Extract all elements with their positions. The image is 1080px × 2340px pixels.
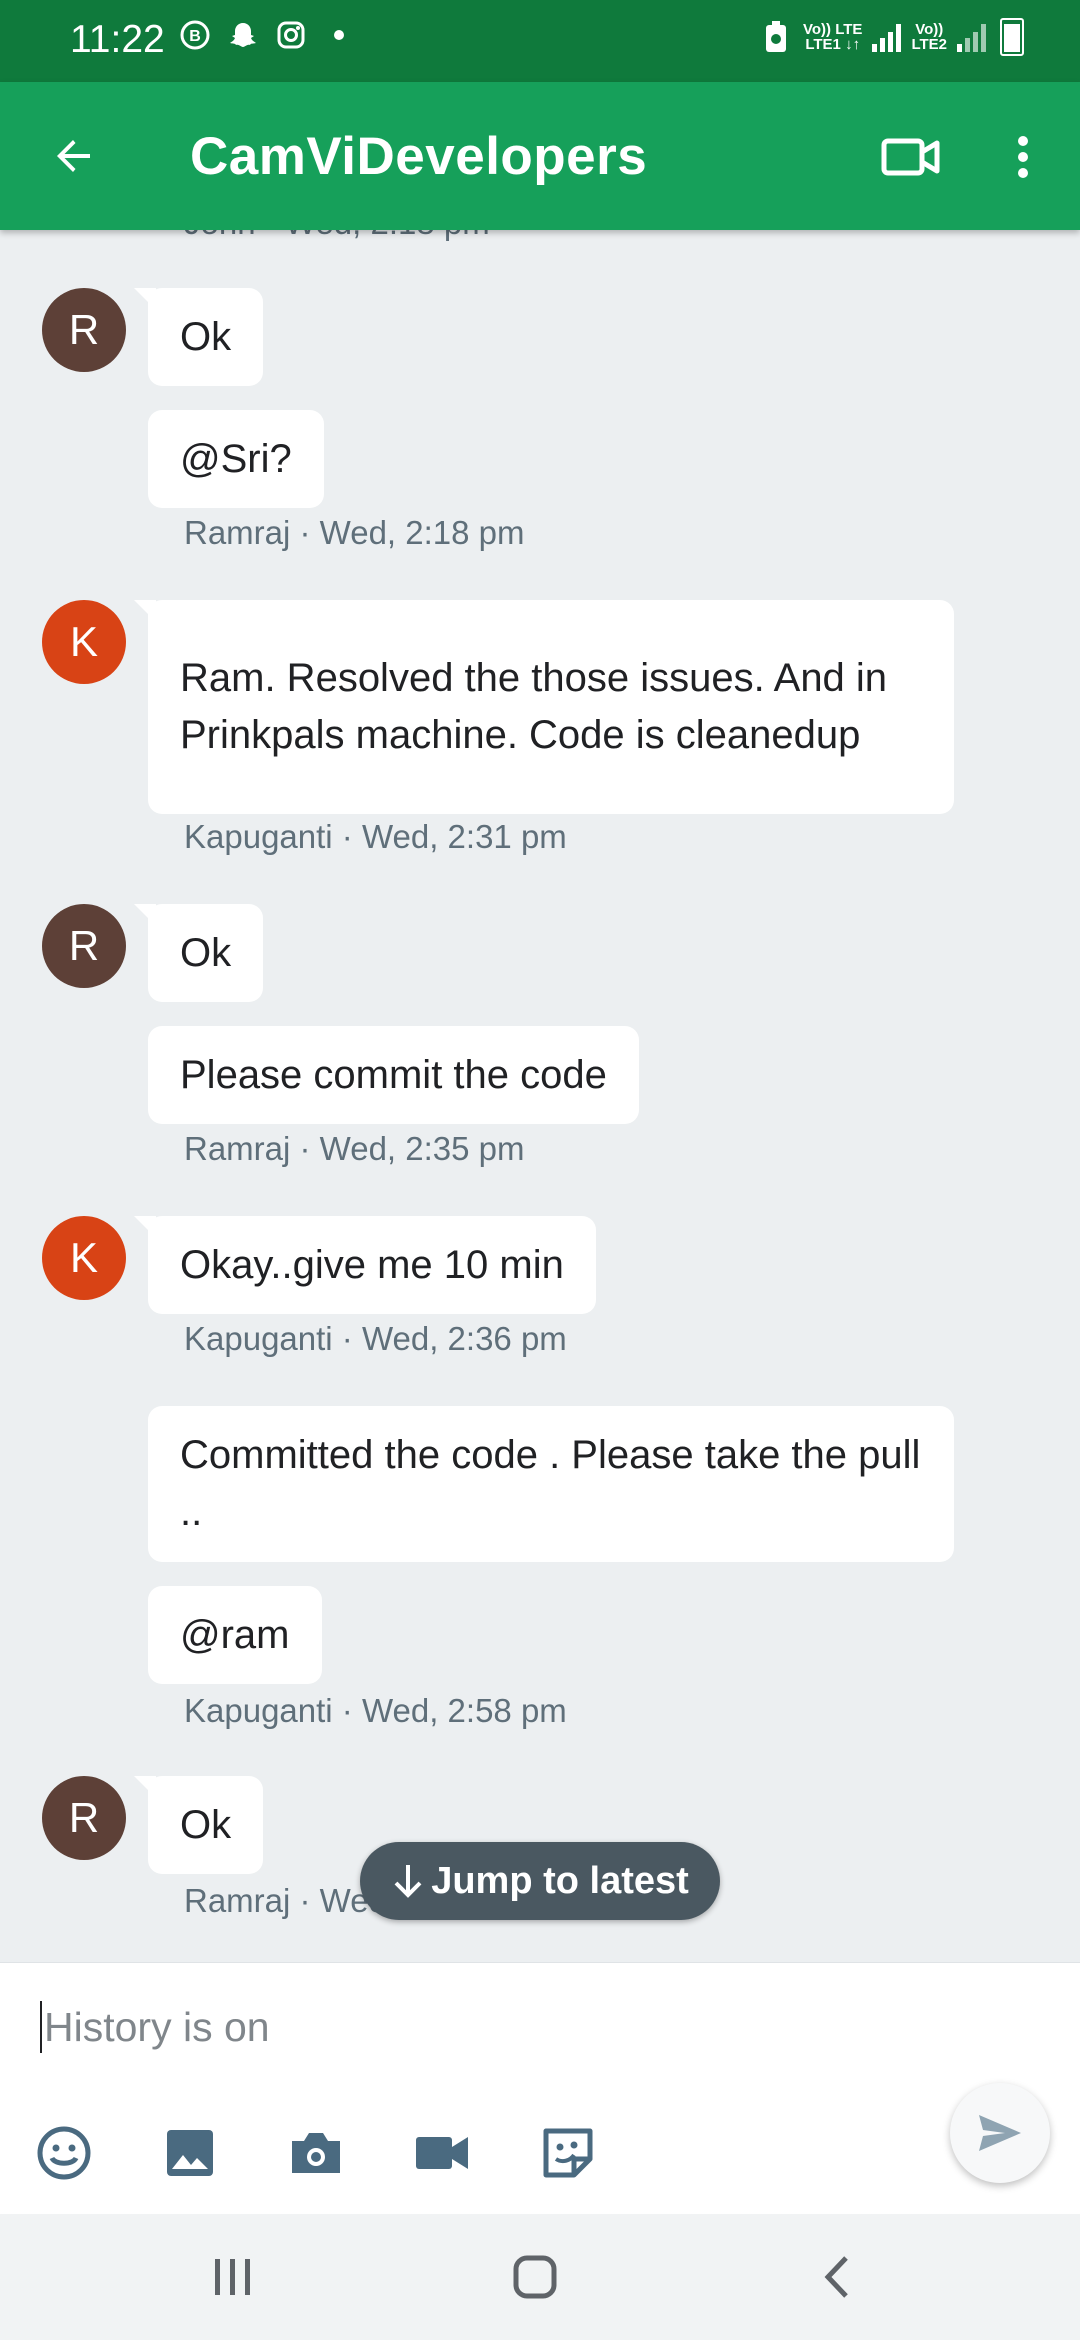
message-input[interactable]: History is on: [40, 2001, 270, 2053]
image-icon: [167, 2130, 213, 2176]
message-bubble[interactable]: @ram: [148, 1586, 322, 1684]
sim1-label-bottom: LTE1 ↓↑: [805, 36, 861, 53]
battery-saver-icon: [759, 20, 793, 54]
notification-icons: B: [178, 18, 344, 52]
message-bubble[interactable]: Ok: [133, 288, 264, 386]
snapchat-icon: [226, 18, 260, 52]
jump-to-latest-button[interactable]: Jump to latest: [360, 1842, 720, 1920]
message-bubble[interactable]: Okay..give me 10 min: [134, 1216, 596, 1314]
avatar[interactable]: R: [42, 904, 126, 988]
message-meta: Kapuganti · Wed, 2:36 pm: [184, 1320, 567, 1357]
status-time: 11:22: [70, 18, 165, 61]
message-meta: Ramraj · Wed, 2:18 pm: [184, 514, 525, 551]
recent-apps-button[interactable]: [188, 2240, 278, 2314]
camera-button[interactable]: [284, 2121, 348, 2185]
video-camera-icon: [881, 138, 940, 176]
arrow-down-icon: [394, 1865, 422, 1898]
message-text: Ram. Resolved the those issues. And in P…: [180, 656, 888, 757]
sim2-network-label: Vo)) LTE2: [911, 22, 947, 52]
emoji-button[interactable]: [32, 2121, 96, 2185]
message-bubble[interactable]: Committed the code . Please take the pul…: [148, 1406, 954, 1562]
message-list[interactable]: John · Wed, 2:18 pm R Ok @Sri? Ramraj · …: [0, 230, 1080, 1962]
avatar[interactable]: R: [42, 1776, 126, 1860]
send-icon: [979, 2115, 1021, 2151]
b-app-icon: B: [178, 18, 212, 52]
message-meta: Kapuganti · Wed, 2:31 pm: [184, 818, 567, 855]
arrow-back-icon: [57, 140, 90, 172]
home-button[interactable]: [490, 2240, 580, 2314]
avatar[interactable]: K: [42, 600, 126, 684]
sim2-label-bottom: LTE2: [911, 36, 947, 53]
image-button[interactable]: [158, 2121, 222, 2185]
message-text: Committed the code . Please take the pul…: [180, 1433, 921, 1534]
message-bubble[interactable]: Ok: [133, 1776, 264, 1874]
emoji-icon: [37, 2126, 91, 2180]
status-right-icons: Vo)) LTE LTE1 ↓↑ Vo)) LTE2: [759, 18, 1024, 56]
back-nav-button[interactable]: [792, 2240, 882, 2314]
system-nav-bar: [0, 2214, 1080, 2340]
svg-text:B: B: [189, 28, 201, 45]
video-button[interactable]: [410, 2121, 474, 2185]
message-bubble[interactable]: @Sri?: [148, 410, 324, 508]
message-bubble[interactable]: Ram. Resolved the those issues. And in P…: [134, 600, 954, 814]
more-notifications-dot: [334, 30, 344, 40]
camera-icon: [292, 2133, 340, 2173]
sim2-signal-icon: [957, 22, 986, 52]
compose-tools: [32, 2121, 600, 2185]
app-bar: CamViDevelopers: [0, 82, 1080, 230]
back-button[interactable]: [40, 122, 108, 190]
sim2-label-top: Vo)): [915, 21, 944, 38]
more-options-button[interactable]: [1000, 122, 1045, 192]
avatar[interactable]: R: [42, 288, 126, 372]
sim1-network-label: Vo)) LTE LTE1 ↓↑: [803, 22, 862, 52]
message-meta: John · Wed, 2:18 pm: [184, 230, 490, 242]
sticker-button[interactable]: [536, 2121, 600, 2185]
sim1-signal-icon: [872, 22, 902, 52]
battery-icon: [1000, 18, 1024, 56]
message-bubble[interactable]: Ok: [133, 904, 264, 1002]
sticker-icon: [543, 2128, 593, 2178]
message-meta: Kapuganti · Wed, 2:58 pm: [184, 1692, 567, 1729]
avatar[interactable]: K: [42, 1216, 126, 1300]
more-vert-icon: [1017, 136, 1028, 178]
send-button[interactable]: [950, 2083, 1050, 2183]
recent-apps-icon: [215, 2259, 250, 2295]
compose-bar: History is on: [0, 1962, 1080, 2215]
conversation-title: CamViDevelopers: [190, 127, 648, 186]
chevron-left-icon: [824, 2256, 848, 2298]
message-bubble[interactable]: Please commit the code: [148, 1026, 639, 1124]
sim1-label-top: Vo)) LTE: [803, 21, 863, 38]
jump-button-label: Jump to latest: [431, 1859, 689, 1902]
instagram-icon: [274, 18, 308, 52]
video-call-button[interactable]: [876, 122, 946, 192]
home-icon: [513, 2255, 557, 2299]
video-icon: [416, 2137, 468, 2169]
status-bar: 11:22 B Vo)) LTE LTE1 ↓↑ Vo)) LTE2: [0, 0, 1080, 82]
message-meta: Ramraj · Wed, 2:35 pm: [184, 1130, 525, 1167]
